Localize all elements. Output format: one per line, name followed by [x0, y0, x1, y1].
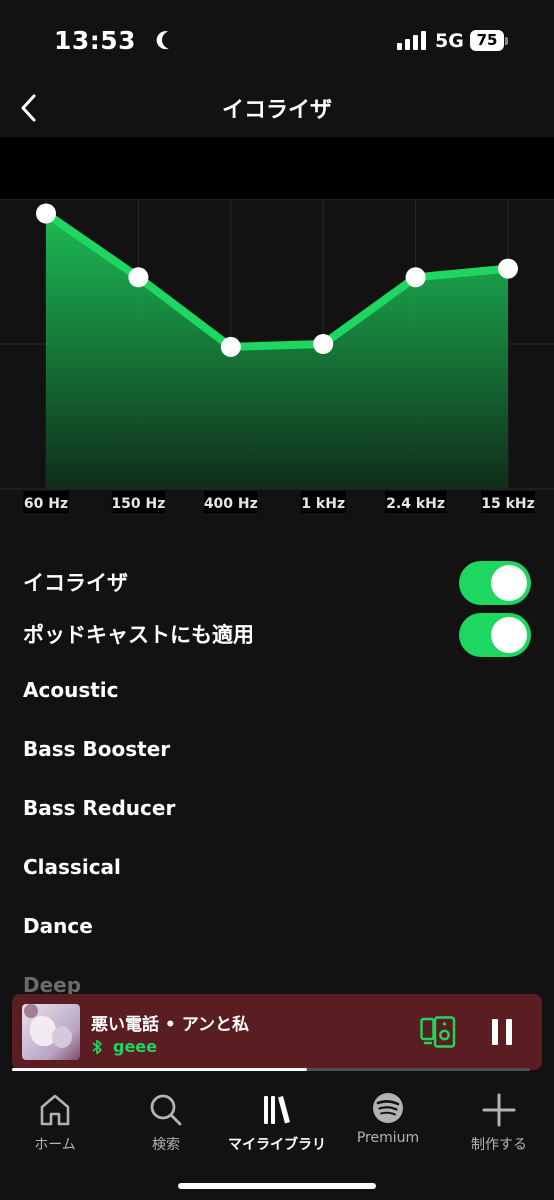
eq-band-label: 1 kHz: [301, 496, 345, 512]
preset-dance[interactable]: Dance: [23, 914, 93, 938]
mini-player[interactable]: 悪い電話 • アンと私 geee: [12, 994, 542, 1070]
eq-handle-15-khz[interactable]: [498, 258, 518, 279]
nav-library-label: マイライブラリ: [228, 1137, 326, 1153]
spotify-icon: [373, 1093, 403, 1123]
podcast-toggle-label: ポッドキャストにも適用: [23, 623, 254, 647]
status-time: 13:53: [54, 26, 137, 55]
song-title: 悪い電話 • アンと私: [91, 1015, 250, 1035]
search-icon: [150, 1094, 182, 1126]
playback-progress[interactable]: [12, 1068, 530, 1071]
battery-icon: 75: [470, 30, 504, 51]
status-bar: 13:53 5G 75: [0, 0, 554, 80]
header: イコライザ: [0, 80, 554, 136]
bluetooth-icon: [92, 1039, 102, 1055]
eq-handle-1-khz[interactable]: [313, 334, 334, 354]
eq-handle-150-hz[interactable]: [128, 267, 149, 288]
device-name: geee: [113, 1037, 158, 1056]
preset-bass-reducer[interactable]: Bass Reducer: [23, 796, 175, 820]
nav-home[interactable]: ホーム: [0, 1092, 110, 1154]
nav-search[interactable]: 検索: [111, 1092, 221, 1154]
nav-premium-label: Premium: [356, 1130, 420, 1146]
moon-icon: [159, 28, 182, 51]
playback-progress-fill: [12, 1068, 308, 1071]
equalizer-toggle-row: イコライザ: [0, 559, 554, 607]
plus-icon: [482, 1093, 516, 1127]
nav-library[interactable]: マイライブラリ: [222, 1092, 332, 1154]
home-icon: [40, 1094, 70, 1126]
eq-area: [46, 213, 508, 489]
eq-handle-400-hz[interactable]: [220, 336, 241, 357]
bottom-nav: ホーム 検索 マイライブラリ Premium 制作する: [0, 1078, 554, 1200]
nav-search-label: 検索: [152, 1137, 180, 1153]
podcast-toggle[interactable]: [459, 613, 531, 657]
preset-acoustic[interactable]: Acoustic: [23, 678, 119, 702]
nav-home-label: ホーム: [34, 1137, 76, 1153]
album-art: [22, 1004, 80, 1060]
preset-classical[interactable]: Classical: [23, 855, 121, 879]
eq-band-label: 400 Hz: [204, 496, 258, 512]
eq-handle-2.4-khz[interactable]: [405, 267, 426, 288]
nav-create[interactable]: 制作する: [444, 1092, 554, 1154]
header-band: [0, 137, 554, 199]
signal-icon: [397, 31, 426, 50]
eq-band-label: 60 Hz: [24, 496, 68, 512]
toggle-knob: [491, 617, 527, 653]
network-type: 5G: [435, 30, 464, 52]
pause-icon[interactable]: [486, 1016, 518, 1048]
preset-bass-booster[interactable]: Bass Booster: [23, 737, 170, 761]
library-icon: [264, 1096, 290, 1124]
home-indicator: [178, 1183, 376, 1189]
eq-band-label: 15 kHz: [481, 496, 535, 512]
equalizer-toggle[interactable]: [459, 561, 531, 605]
equalizer-chart[interactable]: 60 Hz 150 Hz 400 Hz 1 kHz 2.4 kHz 15 kHz: [0, 199, 554, 520]
connect-device-icon[interactable]: [420, 1016, 456, 1048]
toggle-knob: [491, 565, 527, 601]
equalizer-toggle-label: イコライザ: [23, 571, 128, 595]
page-title: イコライザ: [221, 98, 332, 123]
eq-band-label: 2.4 kHz: [386, 496, 445, 512]
podcast-toggle-row: ポッドキャストにも適用: [0, 611, 554, 659]
nav-create-label: 制作する: [471, 1137, 527, 1153]
eq-band-label: 150 Hz: [111, 496, 165, 512]
battery-tip: [505, 37, 508, 45]
eq-handle-60-hz[interactable]: [36, 203, 56, 224]
nav-premium[interactable]: Premium: [333, 1092, 443, 1146]
